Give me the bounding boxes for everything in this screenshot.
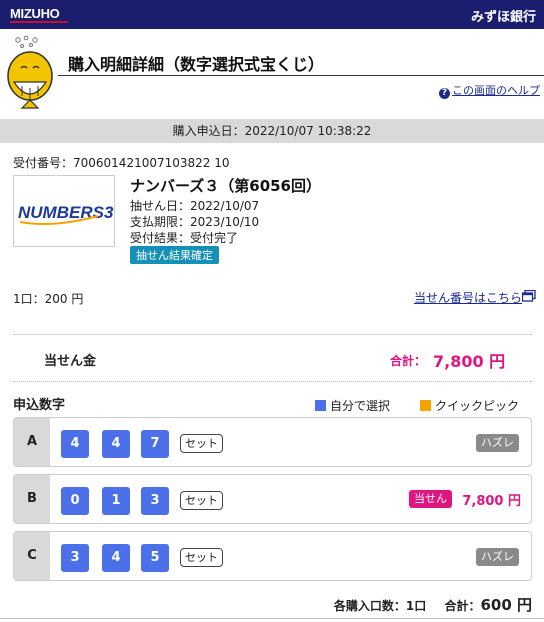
selection-row-c: C 3 4 5 セット ハズレ — [13, 531, 532, 581]
number-ball: 4 — [102, 430, 130, 458]
payment-deadline: 支払期限：2023/10/10 — [130, 215, 260, 229]
number-ball: 4 — [61, 430, 89, 458]
units-per-purchase: 各購入口数：1口 — [333, 599, 427, 613]
divider — [13, 334, 532, 335]
row-label: A — [14, 418, 50, 466]
top-bar: MIZUHO みずほ銀行 — [0, 0, 544, 29]
status-badge: 抽せん結果確定 — [130, 246, 219, 264]
unit-price: 1口：200 円 — [13, 292, 84, 306]
number-ball: 3 — [141, 487, 169, 515]
total-label: 合計： — [444, 599, 481, 613]
row-label: C — [14, 532, 50, 580]
bet-type-chip: セット — [180, 548, 223, 567]
legend-quick-label: クイックピック — [435, 399, 520, 413]
self-select-swatch — [315, 400, 326, 411]
product-logo-text: NUMBERS3 — [18, 203, 114, 222]
number-ball: 7 — [141, 430, 169, 458]
total-value: 600 円 — [480, 596, 532, 614]
number-ball: 4 — [102, 544, 130, 572]
help-link-label: この画面のヘルプ — [452, 84, 540, 97]
draw-date: 抽せん日：2022/10/07 — [130, 199, 260, 213]
title-divider — [58, 75, 544, 76]
selection-row-a: A 4 4 7 セット ハズレ — [13, 417, 532, 467]
bet-type-chip: セット — [180, 491, 223, 510]
external-window-icon[interactable] — [522, 290, 536, 302]
number-ball: 0 — [61, 487, 89, 515]
legend-quick: クイックピック — [420, 397, 519, 414]
legend-self-label: 自分で選択 — [330, 399, 391, 413]
product-title: ナンバーズ３（第6056回） — [130, 177, 321, 195]
selection-title: 申込数字 — [13, 398, 66, 413]
bottom-divider — [0, 618, 544, 619]
logo-underline — [10, 21, 68, 23]
help-icon: ? — [439, 88, 450, 99]
winning-numbers-link[interactable]: 当せん番号はこちら — [414, 289, 522, 306]
legend-self: 自分で選択 — [315, 397, 390, 414]
result-badge-win: 当せん — [409, 490, 452, 508]
bet-type-chip: セット — [180, 434, 223, 453]
receipt-number: 受付番号：700601421007103822 10 — [13, 156, 230, 170]
mizuho-logo[interactable]: MIZUHO — [10, 6, 60, 21]
winning-amount: 7,800 円 — [462, 494, 521, 509]
application-date-bar: 購入申込日：2022/10/07 10:38:22 — [0, 119, 544, 143]
whale-mascot-icon — [7, 35, 53, 109]
result-badge-lose: ハズレ — [476, 434, 519, 452]
number-ball: 1 — [102, 487, 130, 515]
selection-row-b: B 0 1 3 セット 当せん 7,800 円 — [13, 474, 532, 524]
product-logo: NUMBERS3 — [13, 175, 115, 247]
row-label: B — [14, 475, 50, 523]
acceptance-result: 受付結果：受付完了 — [130, 231, 239, 245]
number-ball: 3 — [61, 544, 89, 572]
divider — [13, 381, 532, 382]
numbers3-logo-icon: NUMBERS3 — [18, 203, 114, 225]
number-ball: 5 — [141, 544, 169, 572]
page-title: 購入明細詳細（数字選択式宝くじ） — [68, 55, 325, 74]
bank-name: みずほ銀行 — [470, 10, 536, 25]
prize-total-label: 合計： — [390, 354, 427, 368]
quick-pick-swatch — [420, 400, 431, 411]
help-link[interactable]: ? この画面のヘルプ — [439, 82, 540, 99]
prize-total-value: 7,800 円 — [433, 352, 506, 371]
purchase-total: 各購入口数：1口 合計：600 円 — [334, 594, 532, 615]
result-badge-lose: ハズレ — [476, 548, 519, 566]
prize-label: 当せん金 — [44, 354, 97, 369]
